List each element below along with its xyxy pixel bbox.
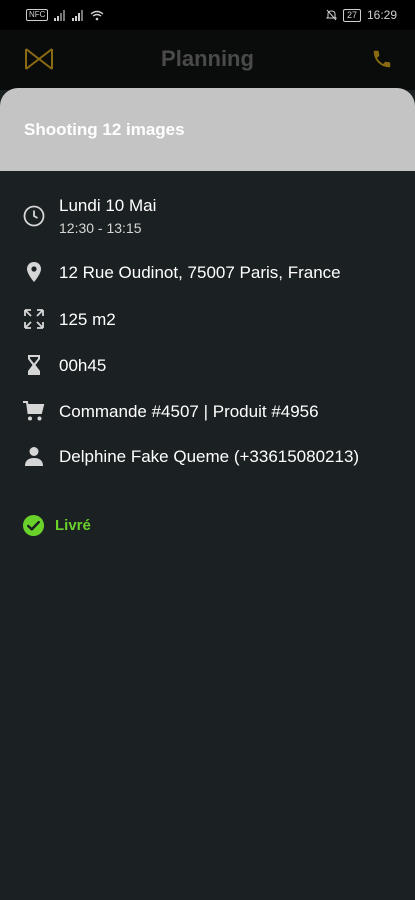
wifi-icon (91, 10, 104, 20)
person-icon (25, 447, 43, 466)
surface-row: 125 m2 (0, 307, 415, 333)
contact-text: Delphine Fake Queme (+33615080213) (59, 447, 360, 466)
surface-text: 125 m2 (59, 310, 116, 329)
status-bar-right: 27 16:29 (325, 8, 397, 22)
address-row[interactable]: 12 Rue Oudinot, 75007 Paris, France (0, 260, 415, 286)
detail-sheet: Shooting 12 images Lundi 10 Mai 12:30 - … (0, 88, 415, 900)
date-text: Lundi 10 Mai (59, 196, 157, 215)
nfc-indicator: NFC (26, 9, 49, 21)
time-range-text: 12:30 - 13:15 (59, 220, 142, 236)
battery-indicator: 27 (342, 8, 361, 22)
status-badge: Livré (22, 514, 91, 537)
page-title: Planning (161, 46, 254, 71)
clock-time: 16:29 (366, 8, 397, 22)
clock-icon (23, 205, 45, 227)
signal-icon-2 (72, 9, 84, 21)
sheet-title: Shooting 12 images (24, 119, 185, 139)
check-circle-icon (22, 514, 45, 537)
location-pin-icon (27, 262, 41, 282)
status-bar-left: NFC (26, 9, 104, 21)
duration-row: 00h45 (0, 353, 415, 379)
order-row: Commande #4507 | Produit #4956 (0, 399, 415, 425)
hourglass-icon (28, 355, 40, 375)
contact-row[interactable]: Delphine Fake Queme (+33615080213) (0, 444, 415, 470)
duration-text: 00h45 (59, 356, 107, 375)
status-label: Livré (55, 517, 91, 534)
order-text: Commande #4507 | Produit #4956 (59, 402, 319, 421)
mute-icon (325, 9, 337, 21)
app-bar: Planning (0, 30, 415, 90)
address-text: 12 Rue Oudinot, 75007 Paris, France (59, 263, 341, 282)
date-row: Lundi 10 Mai 12:30 - 13:15 (0, 194, 415, 238)
status-bar: NFC 27 16:29 (0, 0, 415, 30)
phone-icon[interactable] (371, 48, 393, 70)
signal-icon (54, 9, 66, 21)
expand-icon (24, 309, 44, 329)
sheet-header: Shooting 12 images (0, 88, 415, 171)
cart-icon (23, 401, 45, 421)
